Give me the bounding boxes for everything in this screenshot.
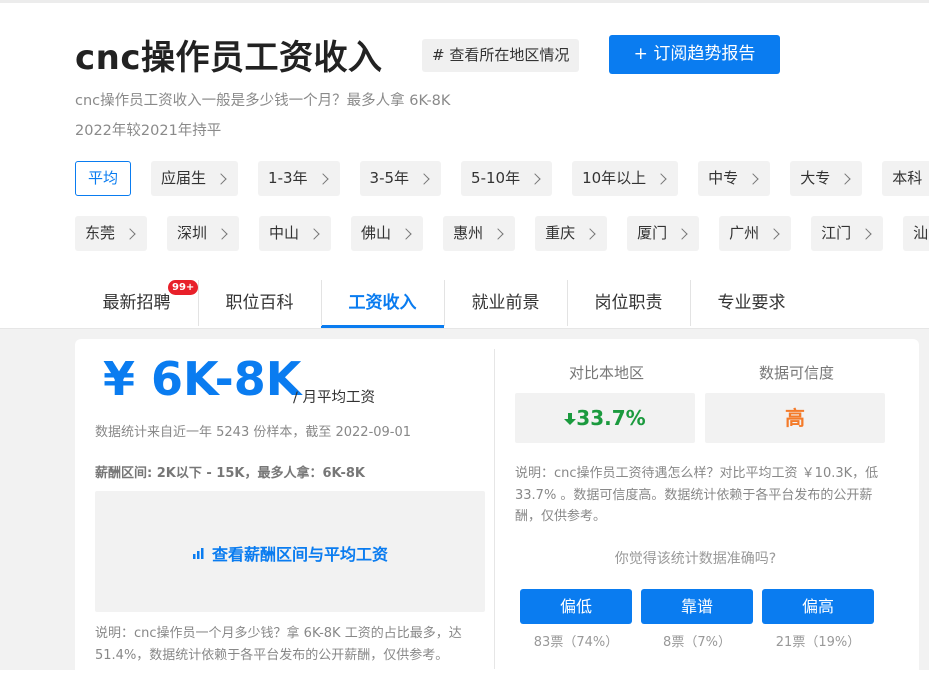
chevron-right-icon — [747, 172, 759, 185]
city-chip-guangzhou[interactable]: 广州 — [719, 216, 792, 251]
tab-salary-income[interactable]: 工资收入 — [321, 280, 444, 328]
chip-label: 深圳 — [177, 224, 208, 242]
vote-low-count: 83票（74%） — [533, 635, 619, 650]
salary-unit: / 月平均工资 — [293, 390, 375, 406]
view-salary-chart-link[interactable]: 查看薪酬区间与平均工资 — [192, 541, 388, 565]
filter-chip-graduate[interactable]: 应届生 — [151, 161, 239, 196]
chevron-right-icon — [676, 227, 688, 240]
chip-label: 中专 — [708, 169, 739, 187]
chip-label: 东莞 — [85, 224, 116, 242]
chevron-right-icon — [216, 227, 228, 240]
city-chip-dongguan[interactable]: 东莞 — [75, 216, 148, 251]
chip-label: 1-3年 — [268, 169, 308, 187]
tab-label: 工资收入 — [348, 293, 417, 313]
panel-divider — [494, 349, 495, 669]
chevron-right-icon — [308, 227, 320, 240]
chevron-right-icon — [215, 172, 227, 185]
reliability-label: 数据可信度 — [759, 364, 835, 382]
chip-label: 10年以上 — [582, 169, 647, 187]
top-border — [0, 0, 929, 3]
chevron-right-icon — [418, 172, 430, 185]
filter-chip-college[interactable]: 大专 — [790, 161, 863, 196]
tab-label: 职位百科 — [225, 293, 294, 313]
section-tabs: 最新招聘 99+ 职位百科 工资收入 就业前景 岗位职责 专业要求 — [75, 280, 813, 328]
filter-chip-1-3-years[interactable]: 1-3年 — [258, 161, 340, 196]
tab-position-wiki[interactable]: 职位百科 — [198, 280, 321, 326]
chip-label: 大专 — [800, 169, 831, 187]
chevron-right-icon — [529, 172, 541, 185]
city-filter-row: 东莞 深圳 中山 佛山 惠州 重庆 厦门 广州 江门 汕 — [75, 216, 929, 251]
filter-chip-vocational[interactable]: 中专 — [698, 161, 771, 196]
vote-reliable-count: 8票（7%） — [663, 635, 731, 650]
chip-label: 本科 — [892, 169, 923, 187]
filter-chip-5-10-years[interactable]: 5-10年 — [461, 161, 553, 196]
reliability-value: 高 — [705, 393, 885, 443]
chip-label: 重庆 — [545, 224, 576, 242]
chevron-right-icon — [492, 227, 504, 240]
page-title: cnc操作员工资收入 — [75, 38, 383, 78]
trend-text: 2022年较2021年持平 — [75, 123, 222, 139]
compare-region-value: 33.7% — [515, 393, 695, 443]
tab-label: 岗位职责 — [594, 293, 663, 313]
salary-range: 薪酬区间: 2K以下 - 15K，最多人拿：6K-8K — [95, 466, 365, 481]
chevron-right-icon — [316, 172, 329, 185]
tab-employment-outlook[interactable]: 就业前景 — [444, 280, 567, 326]
chip-label: 应届生 — [161, 169, 207, 187]
vote-low-button[interactable]: 偏低 — [520, 589, 632, 624]
tab-label: 最新招聘 — [102, 293, 171, 313]
tab-label: 就业前景 — [471, 293, 540, 313]
compare-region-label: 对比本地区 — [569, 364, 645, 382]
chip-label: 佛山 — [361, 224, 392, 242]
chevron-right-icon — [400, 227, 412, 240]
filter-chip-average[interactable]: 平均 — [75, 161, 132, 196]
page-subtitle: cnc操作员工资收入一般是多少钱一个月？最多人拿 6K-8K — [75, 93, 451, 109]
chip-label: 5-10年 — [471, 169, 521, 187]
chip-label: 3-5年 — [369, 169, 410, 187]
chevron-right-icon — [584, 227, 596, 240]
chip-label: 厦门 — [637, 224, 668, 242]
accuracy-question: 你觉得该统计数据准确吗? — [614, 551, 777, 567]
chip-label: 中山 — [269, 224, 300, 242]
tab-requirements[interactable]: 专业要求 — [690, 280, 813, 326]
chevron-right-icon — [860, 227, 872, 240]
city-chip-zhongshan[interactable]: 中山 — [259, 216, 332, 251]
chevron-right-icon — [124, 227, 136, 240]
data-source-text: 数据统计来自近一年 5243 份样本，截至 2022-09-01 — [95, 425, 412, 440]
bar-chart-icon — [193, 548, 204, 559]
experience-filter-row: 平均 应届生 1-3年 3-5年 5-10年 10年以上 中专 大专 本科 — [75, 161, 929, 196]
compare-note: 说明：cnc操作员工资待遇怎么样？对比平均工资 ￥10.3K，低 33.7% 。… — [515, 466, 879, 524]
chevron-right-icon — [839, 172, 851, 185]
salary-note: 说明：cnc操作员一个月多少钱？拿 6K-8K 工资的占比最多，达 51.4%，… — [95, 626, 462, 663]
filter-chip-10-plus-years[interactable]: 10年以上 — [572, 161, 679, 196]
salary-amount: ¥ 6K-8K — [103, 352, 302, 406]
chip-label: 汕 — [913, 224, 929, 242]
chart-link-label: 查看薪酬区间与平均工资 — [212, 545, 389, 564]
city-chip-huizhou[interactable]: 惠州 — [443, 216, 516, 251]
tab-job-duties[interactable]: 岗位职责 — [567, 280, 690, 326]
chevron-right-icon — [655, 172, 667, 185]
chevron-right-icon — [768, 227, 780, 240]
vote-high-count: 21票（19%） — [775, 635, 861, 650]
city-chip-jiangmen[interactable]: 江门 — [811, 216, 884, 251]
view-region-button[interactable]: # 查看所在地区情况 — [422, 39, 580, 72]
filter-chip-bachelor[interactable]: 本科 — [882, 161, 929, 196]
city-chip-foshan[interactable]: 佛山 — [351, 216, 424, 251]
city-chip-chongqing[interactable]: 重庆 — [535, 216, 608, 251]
city-chip-shenzhen[interactable]: 深圳 — [167, 216, 240, 251]
notification-badge: 99+ — [168, 280, 199, 295]
subscribe-trend-button[interactable]: + 订阅趋势报告 — [609, 35, 780, 74]
filter-chip-3-5-years[interactable]: 3-5年 — [359, 161, 442, 196]
tab-latest-jobs[interactable]: 最新招聘 99+ — [75, 280, 199, 326]
city-chip-xiamen[interactable]: 厦门 — [627, 216, 700, 251]
vote-reliable-button[interactable]: 靠谱 — [641, 589, 753, 624]
tab-label: 专业要求 — [717, 293, 786, 313]
chip-label: 江门 — [821, 224, 852, 242]
vote-high-button[interactable]: 偏高 — [762, 589, 874, 624]
chip-label: 惠州 — [453, 224, 484, 242]
compare-percent: 33.7% — [576, 406, 646, 430]
chip-label: 平均 — [88, 169, 119, 187]
chip-label: 广州 — [729, 224, 760, 242]
arrow-down-icon — [564, 413, 577, 425]
city-chip-shantou[interactable]: 汕 — [903, 216, 929, 251]
